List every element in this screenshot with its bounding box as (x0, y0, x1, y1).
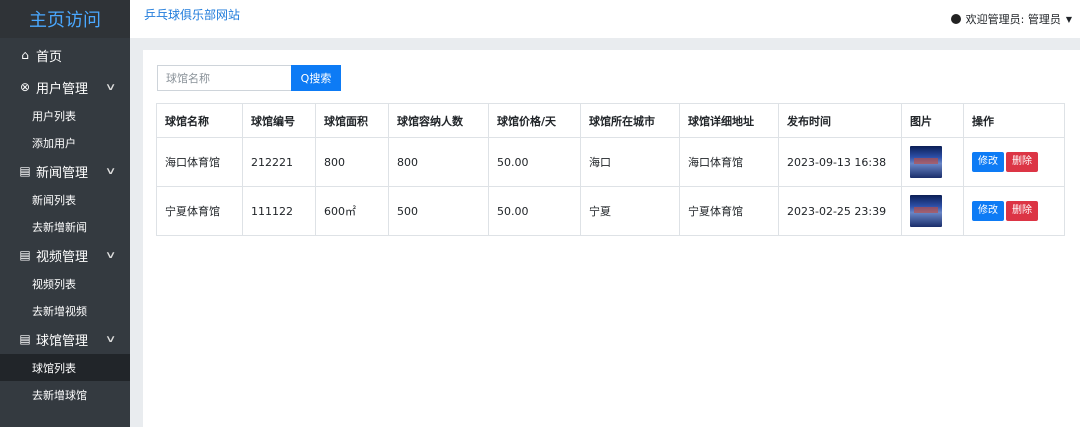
cell-price: 50.00 (488, 137, 581, 187)
sidebar-group-video[interactable]: ▤ 视频管理 ∨ (0, 240, 130, 270)
sidebar-item-home[interactable]: ⌂ 首页 (0, 38, 130, 72)
user-label: 欢迎管理员: 管理员 (965, 13, 1061, 26)
edit-button[interactable]: 修改 (972, 152, 1004, 172)
cell-area: 600㎡ (315, 186, 389, 236)
cell-area: 800 (315, 137, 389, 187)
user-menu[interactable]: 欢迎管理员: 管理员 ▼ (950, 11, 1072, 27)
venue-table: 球馆名称 球馆编号 球馆面积 球馆容纳人数 球馆价格/天 球馆所在城市 球馆详细… (156, 103, 1065, 236)
sidebar-item-news-list[interactable]: 新闻列表 (0, 186, 130, 213)
search-bar: Q搜索 (157, 65, 341, 91)
chevron-down-icon: ∨ (104, 81, 117, 93)
cell-actions: 修改 删除 (963, 137, 1065, 187)
table-header-row: 球馆名称 球馆编号 球馆面积 球馆容纳人数 球馆价格/天 球馆所在城市 球馆详细… (156, 103, 1065, 138)
site-title-link[interactable]: 乒乓球俱乐部网站 (144, 6, 240, 23)
brand-title[interactable]: 主页访问 (0, 0, 130, 38)
sidebar-item-add-user[interactable]: 添加用户 (0, 129, 130, 156)
home-icon: ⌂ (21, 48, 29, 62)
chevron-down-icon: ∨ (104, 333, 117, 345)
chevron-down-icon: ∨ (104, 249, 117, 261)
cell-address: 宁夏体育馆 (679, 186, 779, 236)
cell-code: 111122 (242, 186, 316, 236)
sidebar-item-venue-list[interactable]: 球馆列表 (0, 354, 130, 381)
column-header: 球馆价格/天 (488, 103, 581, 138)
sidebar-item-video-list[interactable]: 视频列表 (0, 270, 130, 297)
cell-city: 宁夏 (580, 186, 680, 236)
cell-price: 50.00 (488, 186, 581, 236)
top-header: 乒乓球俱乐部网站 欢迎管理员: 管理员 ▼ (130, 0, 1080, 38)
delete-button[interactable]: 删除 (1006, 152, 1038, 172)
sidebar-group-venue[interactable]: ▤ 球馆管理 ∨ (0, 324, 130, 354)
caret-down-icon: ▼ (1065, 14, 1072, 24)
cell-capacity: 500 (388, 186, 489, 236)
sidebar-group-label: 视频管理 (36, 249, 89, 265)
document-icon: ▤ (19, 248, 31, 262)
cell-image (901, 137, 964, 187)
cell-city: 海口 (580, 137, 680, 187)
cell-address: 海口体育馆 (679, 137, 779, 187)
search-input[interactable] (157, 65, 291, 91)
column-header: 球馆详细地址 (679, 103, 779, 138)
smiley-icon (950, 14, 961, 24)
cell-image (901, 186, 964, 236)
document-icon: ▤ (19, 332, 31, 346)
column-header: 球馆名称 (156, 103, 243, 138)
search-button[interactable]: Q搜索 (291, 65, 341, 91)
cell-name: 宁夏体育馆 (156, 186, 243, 236)
sidebar-group-label: 用户管理 (36, 81, 89, 97)
sidebar-item-add-news[interactable]: 去新增新闻 (0, 213, 130, 240)
table-row: 海口体育馆 212221 800 800 50.00 海口 海口体育馆 2023… (156, 137, 1065, 187)
column-header: 球馆所在城市 (580, 103, 680, 138)
document-icon: ▤ (19, 164, 31, 178)
chevron-down-icon: ∨ (104, 165, 117, 177)
sidebar-item-add-venue[interactable]: 去新增球馆 (0, 381, 130, 408)
cell-time: 2023-02-25 23:39 (778, 186, 902, 236)
cell-actions: 修改 删除 (963, 186, 1065, 236)
sidebar-group-label: 新闻管理 (36, 165, 89, 181)
sidebar-item-add-video[interactable]: 去新增视频 (0, 297, 130, 324)
cell-code: 212221 (242, 137, 316, 187)
table-row: 宁夏体育馆 111122 600㎡ 500 50.00 宁夏 宁夏体育馆 202… (156, 186, 1065, 236)
venue-thumbnail (910, 195, 942, 227)
delete-button[interactable]: 删除 (1006, 201, 1038, 221)
edit-button[interactable]: 修改 (972, 201, 1004, 221)
sidebar: 主页访问 ⌂ 首页 ⊗ 用户管理 ∨ 用户列表 添加用户 ▤ 新闻管理 ∨ 新闻列表… (0, 0, 130, 427)
column-header: 球馆容纳人数 (388, 103, 489, 138)
column-header: 球馆编号 (242, 103, 316, 138)
sidebar-group-label: 球馆管理 (36, 333, 89, 349)
sidebar-item-user-list[interactable]: 用户列表 (0, 102, 130, 129)
column-header: 球馆面积 (315, 103, 389, 138)
sidebar-group-news[interactable]: ▤ 新闻管理 ∨ (0, 156, 130, 186)
sidebar-item-label: 首页 (36, 49, 63, 65)
sidebar-group-users[interactable]: ⊗ 用户管理 ∨ (0, 72, 130, 102)
column-header: 操作 (963, 103, 1065, 138)
column-header: 图片 (901, 103, 964, 138)
column-header: 发布时间 (778, 103, 902, 138)
cell-name: 海口体育馆 (156, 137, 243, 187)
user-circle-icon: ⊗ (19, 80, 31, 94)
cell-time: 2023-09-13 16:38 (778, 137, 902, 187)
cell-capacity: 800 (388, 137, 489, 187)
venue-thumbnail (910, 146, 942, 178)
